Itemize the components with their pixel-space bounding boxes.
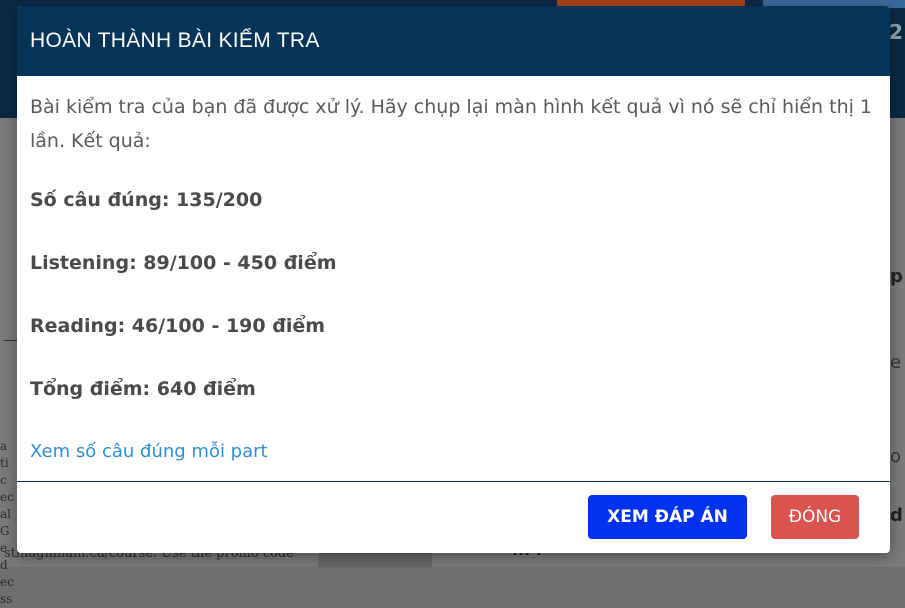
view-answers-button[interactable]: XEM ĐÁP ÁN <box>588 495 747 539</box>
background-right-letter: e <box>890 352 902 373</box>
background-right-letter: d <box>890 505 903 526</box>
modal-header: HOÀN THÀNH BÀI KIỂM TRA <box>17 6 890 76</box>
modal-body: Bài kiểm tra của bạn đã được xử lý. Hãy … <box>17 76 890 158</box>
modal-title: HOÀN THÀNH BÀI KIỂM TRA <box>30 29 320 52</box>
listening-score: Listening: 89/100 - 450 điểm <box>30 252 337 274</box>
background-left-edge-text: a tic ec al G ed ec ss <box>0 439 14 606</box>
background-right-letter: o <box>890 446 902 467</box>
part-details-link[interactable]: Xem số câu đúng mỗi part <box>30 441 268 462</box>
background-right-letter: p <box>890 266 903 287</box>
result-intro-text: Bài kiểm tra của bạn đã được xử lý. Hãy … <box>30 96 873 152</box>
reading-score: Reading: 46/100 - 190 điểm <box>30 315 326 337</box>
total-score: Tổng điểm: 640 điểm <box>30 378 256 400</box>
background-header-digit: 2 <box>889 20 903 44</box>
modal-footer-divider <box>17 481 890 482</box>
close-button[interactable]: ĐÓNG <box>771 495 859 539</box>
correct-count: Số câu đúng: 135/200 <box>30 189 263 211</box>
result-modal: HOÀN THÀNH BÀI KIỂM TRA Bài kiểm tra của… <box>17 6 890 553</box>
